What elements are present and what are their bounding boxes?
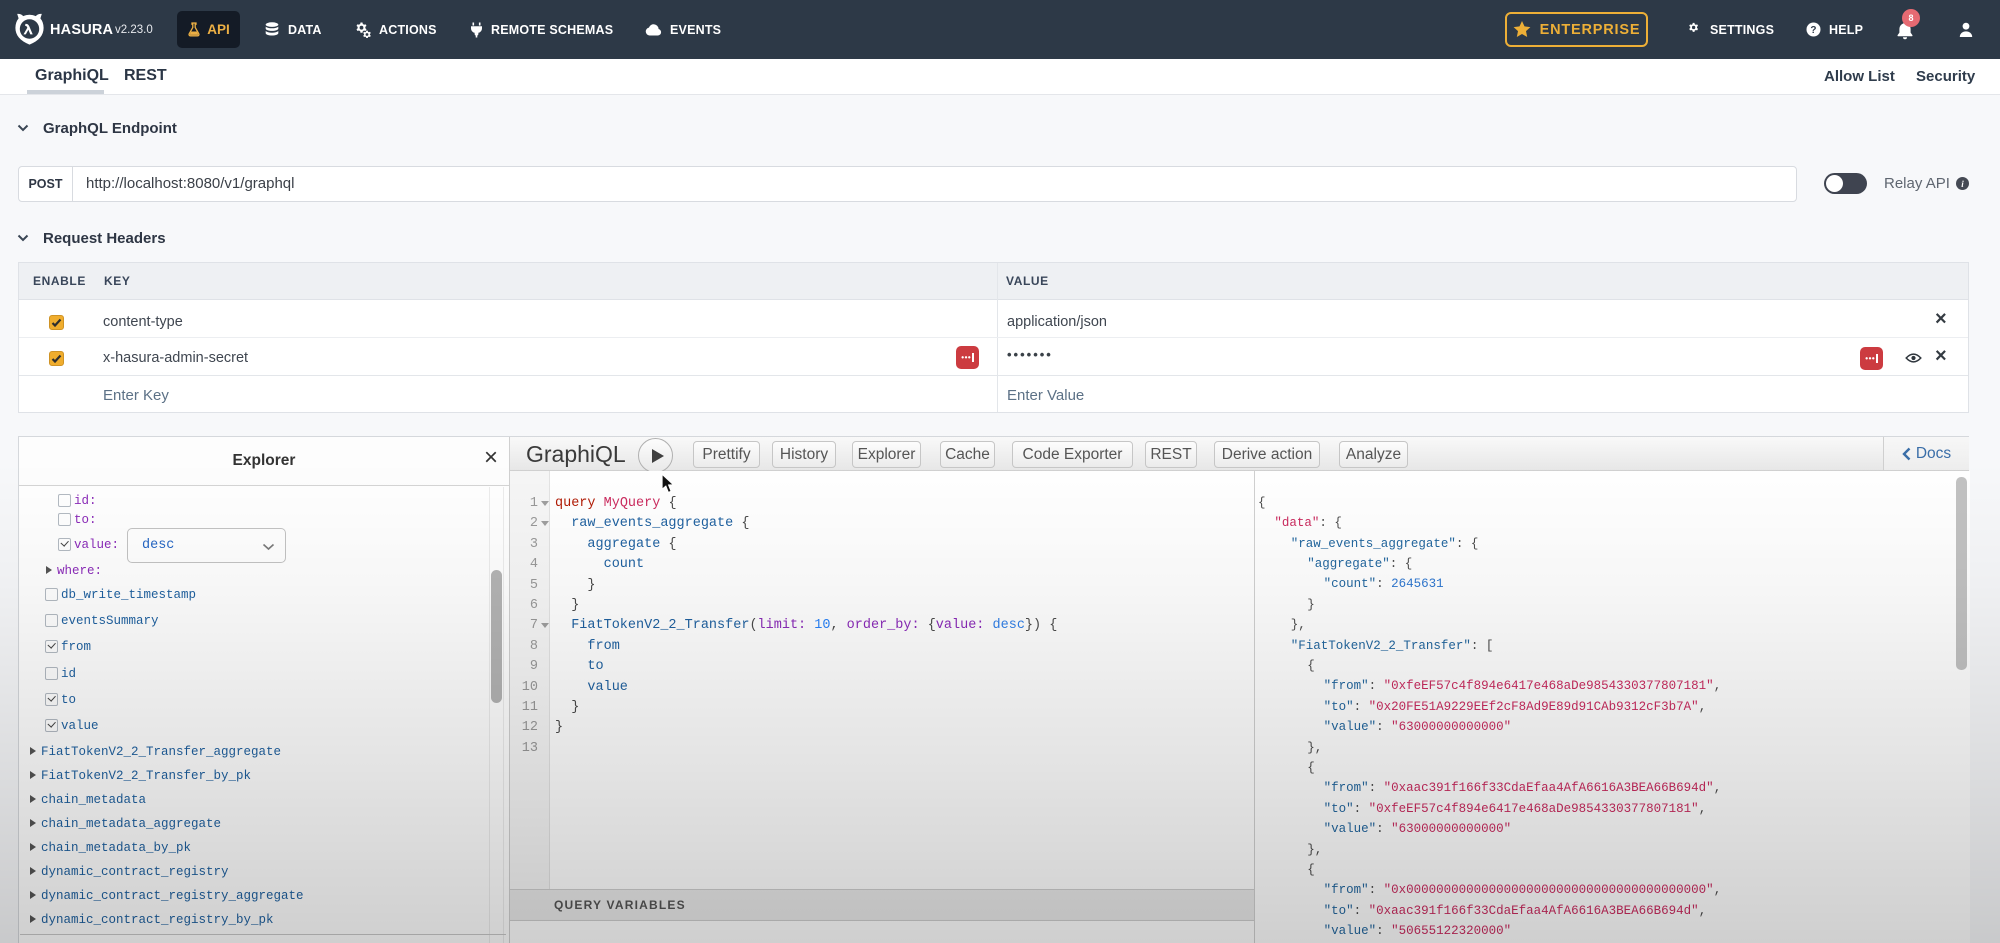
svg-text:?: ?: [1810, 25, 1816, 36]
